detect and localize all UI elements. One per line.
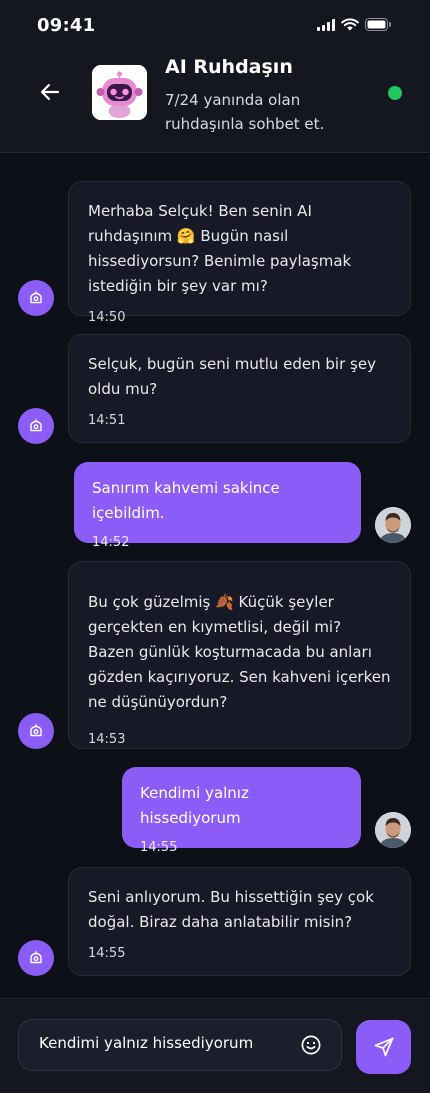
ai-avatar	[92, 65, 147, 120]
user-message: Kendimi yalnız hissediyorum 14:55	[122, 767, 361, 855]
message-time: 14:50	[88, 310, 126, 325]
message-time: 14:52	[92, 535, 130, 550]
message-time: 14:55	[88, 946, 126, 961]
send-button[interactable]	[356, 1020, 411, 1074]
status-time: 09:41	[37, 15, 96, 36]
page-subtitle: 7/24 yanında olan ruhdaşınla sohbet et.	[165, 91, 325, 133]
bot-head-icon	[30, 291, 42, 304]
status-bar: 09:41	[0, 0, 430, 48]
ai-message: Merhaba Selçuk! Ben senin AI ruhdaşınım …	[68, 181, 411, 325]
ai-badge	[18, 408, 54, 444]
signal-icon	[317, 18, 335, 31]
back-arrow-icon[interactable]	[36, 78, 64, 106]
message-input[interactable]: Kendimi yalnız hissediyorum	[18, 1019, 342, 1071]
user-photo-icon	[375, 812, 411, 848]
user-avatar	[375, 812, 411, 848]
status-icons	[317, 18, 392, 31]
ai-badge	[18, 280, 54, 316]
smile-icon[interactable]	[299, 1033, 323, 1057]
user-photo-icon	[375, 507, 411, 543]
message-text: Seni anlıyorum. Bu hissettiğin şey çok d…	[88, 888, 374, 931]
message-text: Bu çok güzelmiş 🍂 Küçük şeyler gerçekten…	[88, 593, 391, 711]
message-text: Merhaba Selçuk! Ben senin AI ruhdaşınım …	[88, 202, 352, 295]
message-time: 14:51	[88, 413, 126, 428]
composer-bar: Kendimi yalnız hissediyorum	[0, 998, 430, 1093]
ai-badge	[18, 713, 54, 749]
message-text: Kendimi yalnız hissediyorum	[140, 784, 249, 827]
page-title: AI Ruhdaşın	[165, 56, 293, 78]
message-input-value[interactable]: Kendimi yalnız hissediyorum	[39, 1034, 253, 1052]
online-status-dot	[388, 86, 402, 100]
user-message: Sanırım kahvemi sakince içebildim. 14:52	[74, 462, 361, 550]
ai-badge	[18, 940, 54, 976]
robot-icon	[92, 65, 147, 120]
chat-header: AI Ruhdaşın 7/24 yanında olan ruhdaşınla…	[0, 48, 430, 153]
battery-icon	[365, 18, 391, 31]
ai-message: Bu çok güzelmiş 🍂 Küçük şeyler gerçekten…	[68, 561, 411, 749]
bot-head-icon	[30, 419, 42, 432]
message-time: 14:53	[88, 732, 126, 747]
message-time: 14:55	[140, 840, 178, 855]
wifi-icon	[341, 18, 359, 31]
send-icon	[374, 1037, 393, 1057]
message-text: Sanırım kahvemi sakince içebildim.	[92, 479, 280, 522]
message-text: Selçuk, bugün seni mutlu eden bir şey ol…	[88, 355, 376, 398]
ai-message: Selçuk, bugün seni mutlu eden bir şey ol…	[68, 334, 411, 443]
bot-head-icon	[30, 724, 42, 737]
bot-head-icon	[30, 951, 42, 964]
ai-message: Seni anlıyorum. Bu hissettiğin şey çok d…	[68, 867, 411, 976]
user-avatar	[375, 507, 411, 543]
